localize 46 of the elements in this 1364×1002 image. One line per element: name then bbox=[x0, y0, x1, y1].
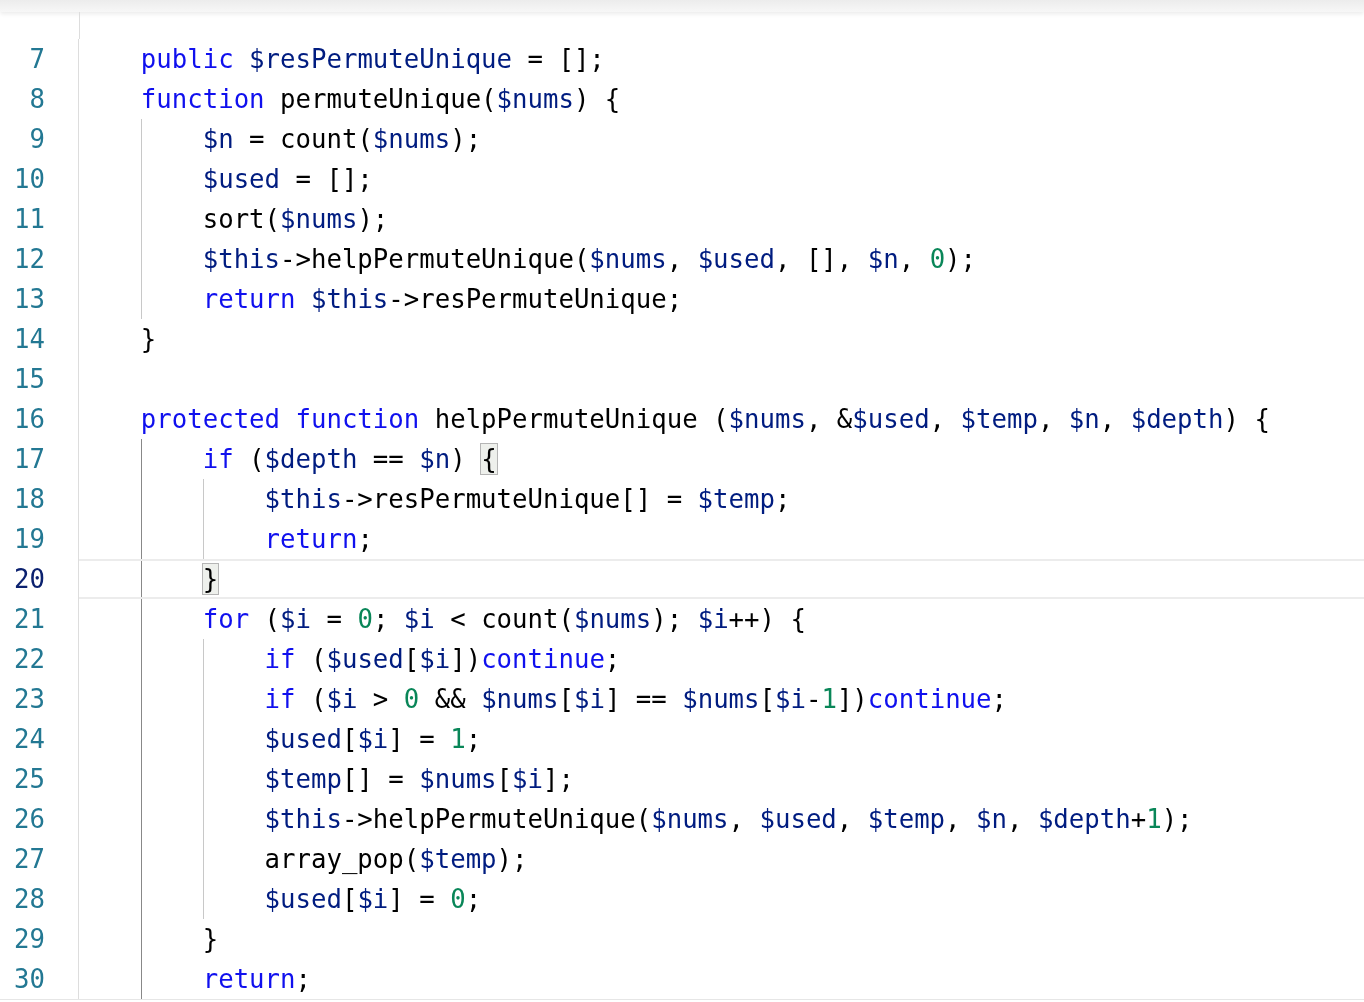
line-number: 26 bbox=[0, 799, 79, 839]
code-line: $this->helpPermuteUnique($nums, $used, [], $n, 0); bbox=[202, 243, 977, 276]
code-line: $used[$i] = 0; bbox=[264, 883, 482, 916]
line-number: 16 bbox=[0, 399, 79, 439]
code-line: return; bbox=[202, 963, 311, 996]
line-number: 8 bbox=[0, 79, 79, 119]
line-number: 10 bbox=[0, 159, 79, 199]
line-number: 12 bbox=[0, 239, 79, 279]
code-line: public $resPermuteUnique = []; bbox=[140, 43, 605, 76]
code-line: for ($i = 0; $i < count($nums); $i++) { bbox=[202, 603, 806, 636]
line-number: 27 bbox=[0, 839, 79, 879]
code-line: function permuteUnique($nums) { bbox=[140, 83, 621, 116]
line-number: 19 bbox=[0, 519, 79, 559]
code-line: $this->resPermuteUnique[] = $temp; bbox=[264, 483, 791, 516]
line-number: 15 bbox=[0, 359, 79, 399]
line-number: 21 bbox=[0, 599, 79, 639]
line-number: 30 bbox=[0, 959, 79, 999]
line-number: 25 bbox=[0, 759, 79, 799]
line-number: 20 bbox=[0, 559, 79, 599]
line-number: 23 bbox=[0, 679, 79, 719]
line-number: 24 bbox=[0, 719, 79, 759]
line-number: 9 bbox=[0, 119, 79, 159]
line-number: 17 bbox=[0, 439, 79, 479]
code-line: return; bbox=[264, 523, 373, 556]
code-line: $used[$i] = 1; bbox=[264, 723, 482, 756]
line-number: 13 bbox=[0, 279, 79, 319]
code-line: if ($depth == $n) { bbox=[202, 443, 497, 476]
line-number: 22 bbox=[0, 639, 79, 679]
line-number: 7 bbox=[0, 39, 79, 79]
line-number: 11 bbox=[0, 199, 79, 239]
code-line: } bbox=[202, 923, 219, 956]
code-line: } bbox=[140, 323, 157, 356]
line-number: 14 bbox=[0, 319, 79, 359]
line-number: 29 bbox=[0, 919, 79, 959]
line-number: 18 bbox=[0, 479, 79, 519]
code-line: $temp[] = $nums[$i]; bbox=[264, 763, 574, 796]
code-line: protected function helpPermuteUnique ($nums, &$used, $temp, $n, $depth) { bbox=[140, 403, 1270, 436]
code-line: if ($used[$i])continue; bbox=[264, 643, 621, 676]
code-line: array_pop($temp); bbox=[264, 843, 528, 876]
code-line: if ($i > 0 && $nums[$i] == $nums[$i-1])continue; bbox=[264, 683, 1007, 716]
code-line: $this->helpPermuteUnique($nums, $used, $temp, $n, $depth+1); bbox=[264, 803, 1193, 836]
code-line: return $this->resPermuteUnique; bbox=[202, 283, 683, 316]
line-number: 28 bbox=[0, 879, 79, 919]
code-line: sort($nums); bbox=[202, 203, 389, 236]
code-line: $used = []; bbox=[202, 163, 373, 196]
code-line: $n = count($nums); bbox=[202, 123, 482, 156]
